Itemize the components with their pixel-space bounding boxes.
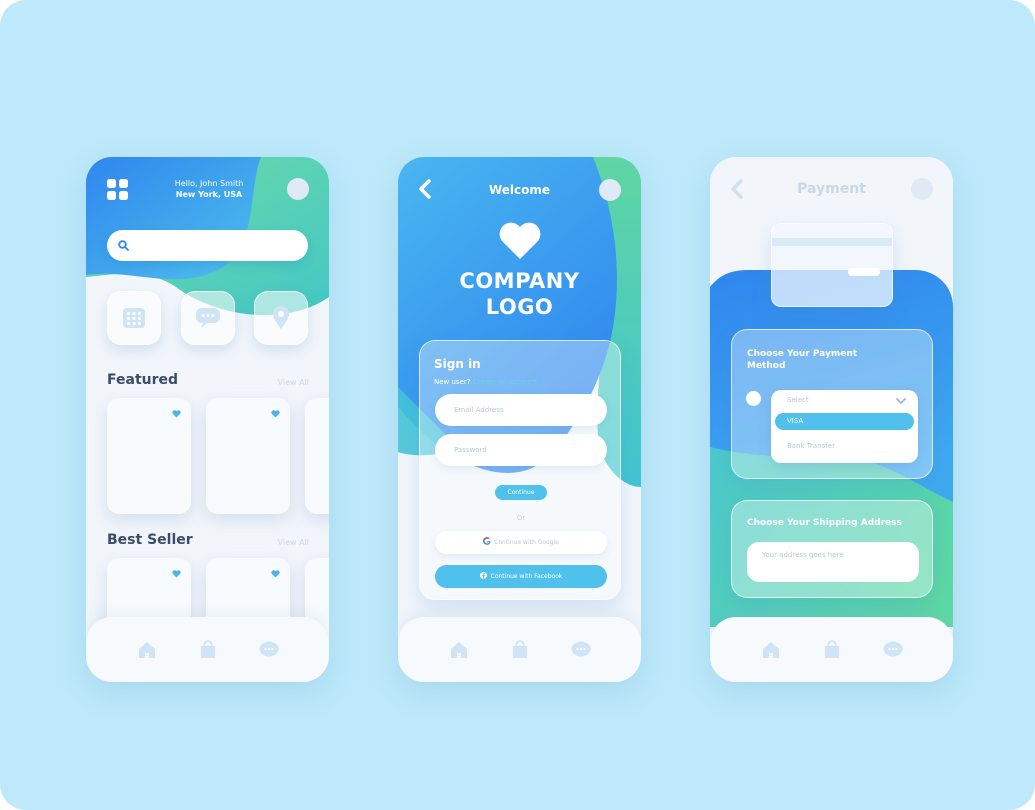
option-bank-transfer[interactable]: Bank Transfer <box>787 442 835 450</box>
featured-view-all-link[interactable]: View All <box>278 378 309 387</box>
favorite-heart-icon[interactable] <box>172 410 181 418</box>
featured-card[interactable] <box>107 398 191 514</box>
bag-icon[interactable] <box>197 639 219 661</box>
email-field[interactable]: Email Address <box>435 394 607 426</box>
google-g-icon <box>483 537 491 545</box>
user-greeting: Hello, John Smith New York, USA <box>164 178 254 200</box>
logo-line-1: COMPANY <box>459 269 580 293</box>
shipping-address-card: Choose Your Shipping Address Your addres… <box>731 500 933 598</box>
logo-line-2: LOGO <box>485 295 554 319</box>
avatar[interactable] <box>599 179 621 201</box>
featured-card[interactable] <box>206 398 290 514</box>
location-pin-icon <box>273 306 289 329</box>
signin-card: Sign in New user? Create an account Emai… <box>419 340 621 600</box>
or-divider: Or <box>516 514 526 522</box>
location-text: New York, USA <box>175 190 243 199</box>
best-seller-view-all-link[interactable]: View All <box>278 538 309 547</box>
calendar-grid-icon <box>123 308 145 328</box>
google-label: Continue with Google <box>494 539 559 546</box>
bottom-navigation <box>710 617 953 682</box>
bag-icon[interactable] <box>821 639 843 661</box>
new-user-text: New user? <box>434 378 471 386</box>
category-location-button[interactable] <box>254 291 308 345</box>
chat-bubble-icon <box>196 308 220 328</box>
bottom-navigation <box>86 617 329 682</box>
home-icon[interactable] <box>760 639 782 661</box>
payment-method-title: Choose Your Payment Method <box>747 349 858 371</box>
new-user-line: New user? Create an account <box>434 378 537 386</box>
greeting-text: Hello, John Smith <box>174 179 244 188</box>
select-placeholder: Select <box>787 396 809 404</box>
search-icon <box>118 240 129 251</box>
logo-heart-icon <box>498 222 542 264</box>
chat-icon[interactable] <box>570 639 592 661</box>
address-field[interactable]: Your address goes here <box>747 542 919 582</box>
category-chat-button[interactable] <box>181 291 235 345</box>
home-icon[interactable] <box>448 639 470 661</box>
create-account-link[interactable]: Create an account <box>473 378 537 386</box>
payment-radio[interactable] <box>746 391 761 406</box>
avatar[interactable] <box>911 178 933 200</box>
card-chip <box>848 268 880 276</box>
signin-title: Sign in <box>434 357 481 371</box>
featured-title: Featured <box>107 372 179 388</box>
signin-screen: Welcome COMPANY LOGO Sign in New user? C… <box>398 157 641 682</box>
chat-icon[interactable] <box>882 639 904 661</box>
favorite-heart-icon[interactable] <box>172 570 181 578</box>
facebook-icon <box>479 572 487 579</box>
chat-icon[interactable] <box>258 639 280 661</box>
avatar[interactable] <box>287 178 309 200</box>
company-logo-text: COMPANY LOGO <box>398 268 641 320</box>
home-screen: Hello, John Smith New York, USA Featured… <box>86 157 329 682</box>
best-seller-title: Best Seller <box>107 532 193 548</box>
home-icon[interactable] <box>136 639 158 661</box>
password-field[interactable]: Password <box>435 434 607 466</box>
menu-grid-icon[interactable] <box>107 179 129 205</box>
search-bar[interactable] <box>107 230 308 261</box>
bottom-navigation <box>398 617 641 682</box>
option-visa[interactable]: VISA <box>775 413 914 430</box>
payment-method-dropdown[interactable]: Select VISA Bank Transfer <box>771 390 918 463</box>
shipping-title: Choose Your Shipping Address <box>747 518 902 528</box>
payment-method-card: Choose Your Payment Method Select VISA B… <box>731 329 933 479</box>
canvas-background: Hello, John Smith New York, USA Featured… <box>0 0 1035 810</box>
bag-icon[interactable] <box>509 639 531 661</box>
google-signin-button[interactable]: Continue with Google <box>435 531 607 554</box>
favorite-heart-icon[interactable] <box>271 410 280 418</box>
chevron-down-icon[interactable] <box>896 398 906 405</box>
favorite-heart-icon[interactable] <box>271 570 280 578</box>
credit-card-graphic <box>771 223 893 307</box>
card-stripe <box>772 238 892 246</box>
continue-button[interactable]: Continue <box>495 485 547 500</box>
payment-screen: Payment Choose Your Payment Method Selec… <box>710 157 953 682</box>
facebook-signin-button[interactable]: Continue with Facebook <box>435 565 607 588</box>
featured-card[interactable] <box>305 398 329 514</box>
facebook-label: Continue with Facebook <box>490 573 563 580</box>
category-calendar-button[interactable] <box>107 291 161 345</box>
